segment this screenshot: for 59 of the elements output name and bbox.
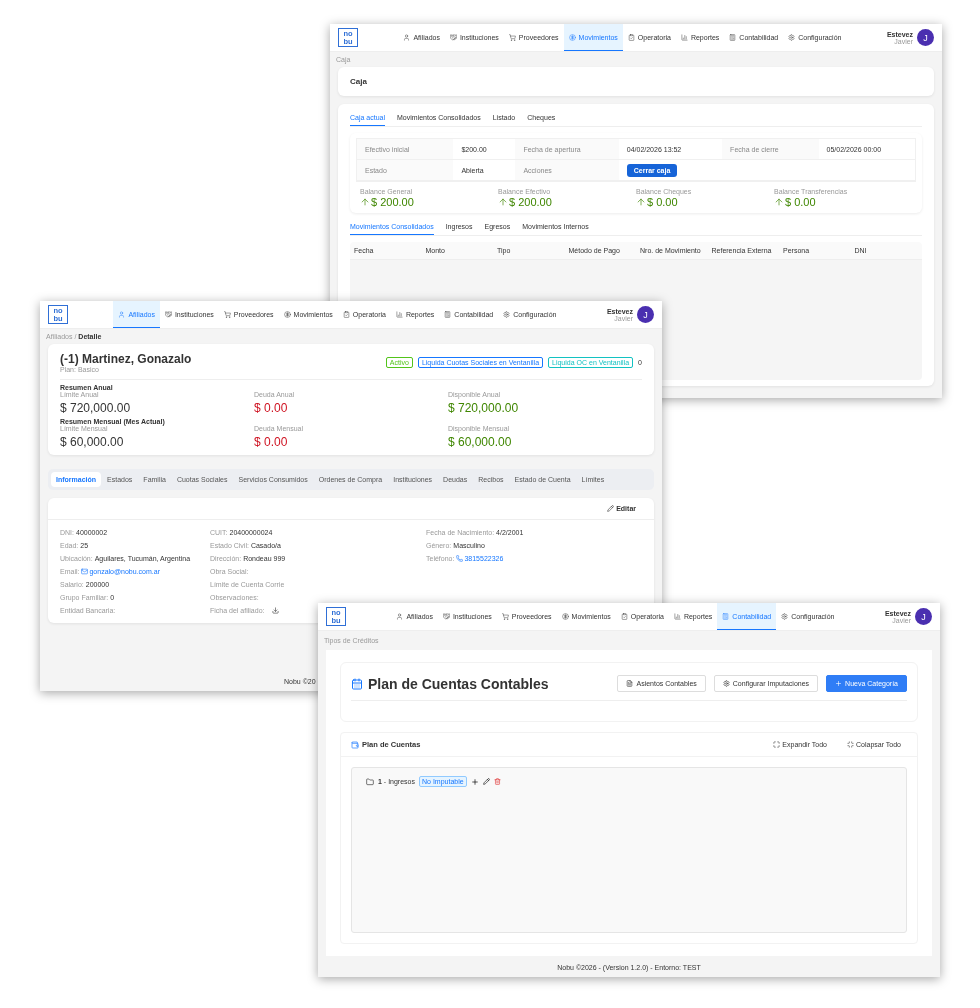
- settings-icon: [722, 680, 730, 687]
- settings-icon: [781, 612, 789, 620]
- user-icon: [396, 612, 404, 620]
- wallet-icon: [351, 740, 359, 749]
- bar-chart-icon: [680, 33, 688, 41]
- page-title: Caja: [350, 77, 368, 86]
- coin-icon: [561, 612, 569, 620]
- avatar[interactable]: J: [637, 306, 654, 323]
- summary-value: $ 720,000.00: [60, 401, 131, 415]
- balance-value: $ 0.00: [647, 196, 678, 208]
- summary-value: $ 60,000.00: [448, 435, 512, 449]
- cart-icon: [223, 310, 231, 318]
- cart-icon: [508, 33, 516, 41]
- summary-value: $ 60,000.00: [60, 435, 124, 449]
- handshake-icon: [164, 310, 172, 318]
- settings-icon: [503, 310, 511, 318]
- clipboard-icon: [627, 33, 635, 41]
- pencil-icon: [607, 505, 615, 512]
- delete-button[interactable]: [493, 778, 501, 785]
- summary-value: $ 0.00: [254, 435, 288, 449]
- coin-icon: [283, 310, 291, 318]
- clipboard-icon: [342, 310, 350, 318]
- arrow-up-icon: [774, 197, 784, 207]
- balance-value: $ 200.00: [371, 196, 414, 208]
- coin-icon: [568, 33, 576, 41]
- calculator-icon: [722, 612, 730, 620]
- handshake-icon: [449, 33, 457, 41]
- user-icon: [118, 310, 126, 318]
- expand-icon: [773, 741, 781, 748]
- handshake-icon: [442, 612, 450, 620]
- calculator-icon: [729, 33, 737, 41]
- edit-button[interactable]: [482, 778, 490, 785]
- cart-icon: [501, 612, 509, 620]
- page-title: Plan de Cuentas Contables: [368, 675, 549, 692]
- document-icon: [626, 680, 634, 687]
- mail-icon: [81, 568, 89, 575]
- summary-value: $ 0.00: [254, 401, 288, 415]
- balance-value: $ 0.00: [785, 196, 816, 208]
- summary-value: $ 720,000.00: [448, 401, 519, 415]
- avatar[interactable]: J: [915, 608, 932, 625]
- calendar-icon: [351, 677, 363, 690]
- calculator-icon: [444, 310, 452, 318]
- settings-icon: [788, 33, 796, 41]
- arrow-up-icon: [360, 197, 370, 207]
- collapse-icon: [847, 741, 854, 748]
- balance-value: $ 200.00: [509, 196, 552, 208]
- download-icon[interactable]: [272, 607, 280, 614]
- add-button[interactable]: [470, 777, 479, 786]
- bar-chart-icon: [673, 612, 681, 620]
- arrow-up-icon: [498, 197, 508, 207]
- clipboard-icon: [620, 612, 628, 620]
- avatar[interactable]: J: [917, 29, 934, 46]
- phone-icon: [456, 555, 464, 562]
- user-icon: [403, 33, 411, 41]
- arrow-up-icon: [636, 197, 646, 207]
- member-name: (-1) Martinez, Gonazalo: [60, 352, 192, 366]
- folder-icon: [366, 777, 374, 786]
- bar-chart-icon: [395, 310, 403, 318]
- plus-icon: [835, 680, 843, 687]
